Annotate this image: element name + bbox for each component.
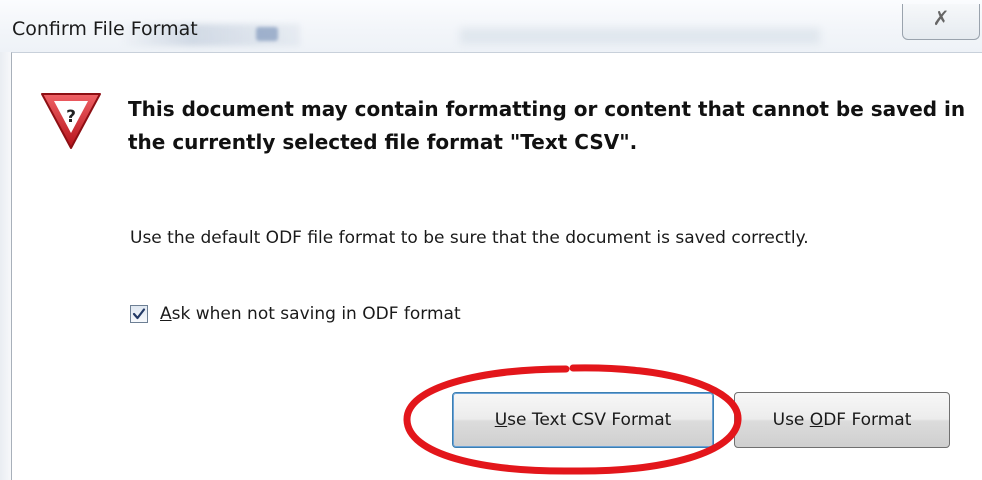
use-odf-format-button[interactable]: Use ODF Format — [734, 392, 950, 448]
background-blur — [460, 28, 820, 44]
close-icon: ✗ — [932, 6, 950, 30]
window-left-edge — [0, 52, 11, 480]
ask-odf-checkbox-label[interactable]: Ask when not saving in ODF format — [160, 304, 461, 324]
check-icon — [132, 308, 146, 320]
background-blur-icon — [256, 27, 278, 41]
mnemonic-o: O — [809, 410, 824, 430]
dialog-info-text: Use the default ODF file format to be su… — [130, 228, 809, 248]
odf-button-prefix: Use — [772, 410, 810, 430]
dialog-heading: This document may contain formatting or … — [128, 97, 966, 154]
svg-text:?: ? — [66, 107, 76, 127]
mnemonic-u: U — [494, 410, 508, 430]
window-title: Confirm File Format — [12, 18, 198, 40]
ask-odf-checkbox[interactable] — [130, 305, 148, 323]
use-text-csv-format-button[interactable]: Use Text CSV Format — [452, 392, 714, 448]
close-button[interactable]: ✗ — [902, 4, 980, 40]
title-bar: Confirm File Format ✗ — [0, 0, 982, 52]
checkbox-label-text: sk when not saving in ODF format — [171, 304, 461, 324]
warning-question-icon: ? — [41, 93, 101, 149]
odf-button-label: DF Format — [823, 410, 912, 430]
csv-button-label: se Text CSV Format — [507, 410, 672, 430]
mnemonic-a: A — [160, 304, 172, 324]
